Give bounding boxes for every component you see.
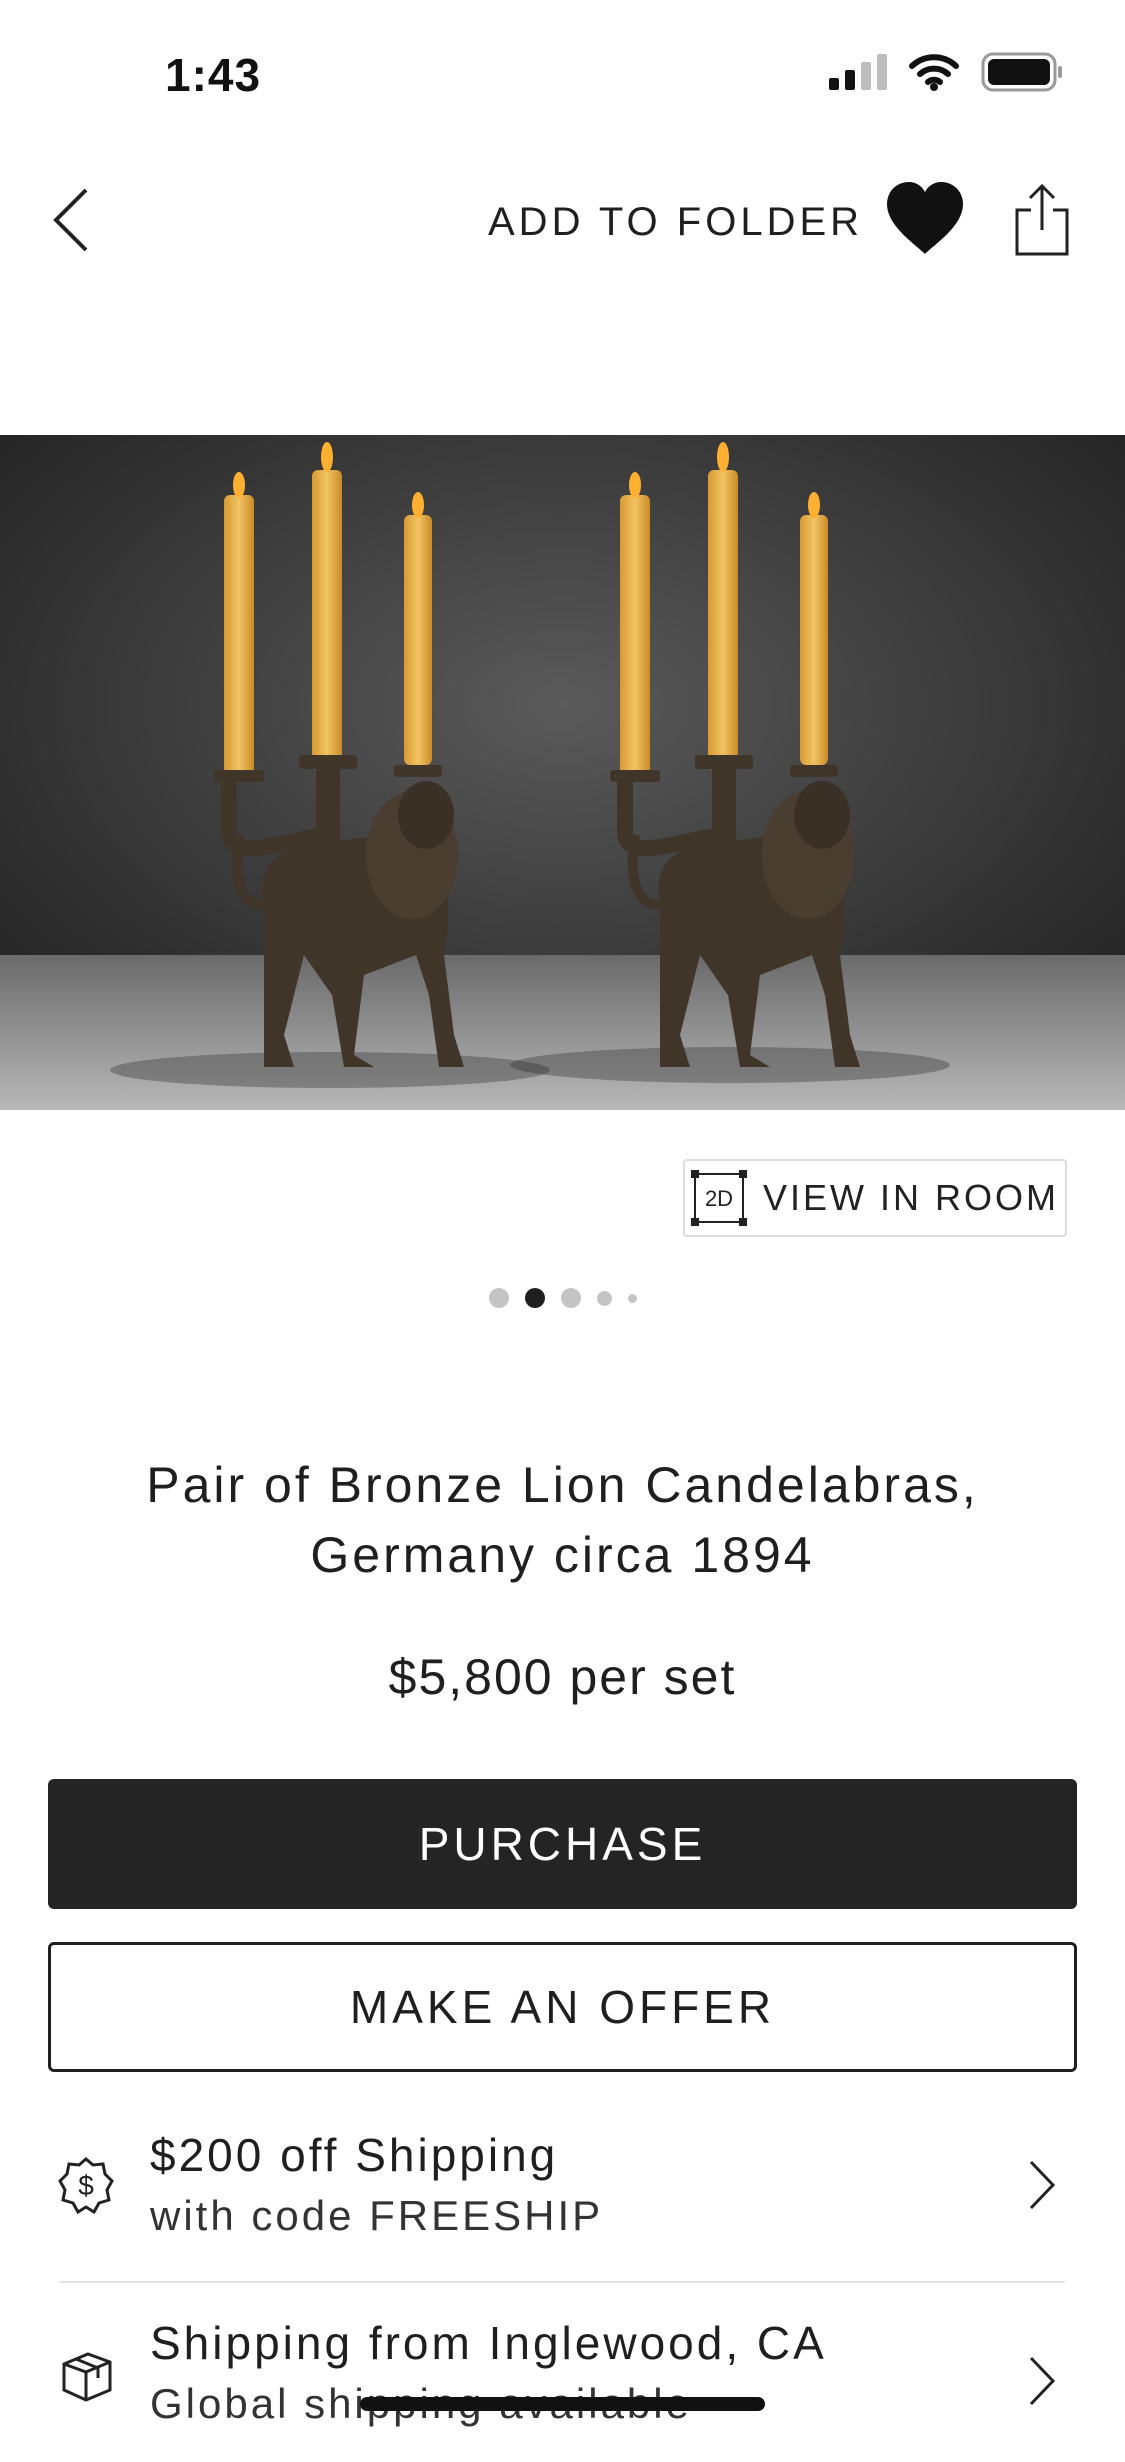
shipping-promo-code: with code FREESHIP: [150, 2192, 604, 2239]
add-to-folder-button[interactable]: ADD TO FOLDER: [488, 200, 863, 245]
signal-icon: [829, 54, 887, 90]
chevron-left-icon: [53, 188, 88, 252]
heart-icon: [887, 182, 963, 254]
chevron-right-icon: [1029, 2160, 1056, 2210]
wifi-icon: [909, 54, 959, 91]
back-button[interactable]: [48, 180, 108, 260]
page-dot[interactable]: [488, 1288, 509, 1308]
shipping-origin-row[interactable]: Shipping from Inglewood, CA Global shipp…: [48, 2302, 1077, 2462]
battery-icon: [981, 52, 1062, 92]
view-2d-icon: 2D: [691, 1170, 747, 1226]
product-title-line-2: Germany circa 1894: [310, 1527, 815, 1583]
svg-text:$: $: [78, 2170, 94, 2201]
chevron-right-icon: [1029, 2356, 1056, 2406]
share-button[interactable]: [1013, 182, 1071, 258]
row-divider: [60, 2281, 1065, 2283]
view-in-room-button[interactable]: 2D VIEW IN ROOM: [683, 1159, 1067, 1237]
status-icons: [829, 52, 1063, 92]
gallery-pagination: [0, 1288, 1125, 1308]
share-icon: [1015, 183, 1069, 256]
page-dot[interactable]: [560, 1288, 581, 1308]
page-dot[interactable]: [596, 1290, 612, 1306]
product-image[interactable]: [0, 435, 1125, 1110]
box-icon: [62, 2352, 112, 2402]
shipping-promo-title: $200 off Shipping: [150, 2129, 559, 2181]
view-in-room-label: VIEW IN ROOM: [763, 1177, 1059, 1218]
product-title: Pair of Bronze Lion Candelabras, Germany…: [60, 1450, 1065, 1590]
page-dot[interactable]: [627, 1293, 637, 1303]
home-indicator: [360, 2397, 765, 2411]
favorite-button[interactable]: [885, 180, 965, 258]
shipping-origin-title: Shipping from Inglewood, CA: [150, 2317, 827, 2369]
make-offer-button[interactable]: MAKE AN OFFER: [48, 1942, 1077, 2072]
purchase-button[interactable]: PURCHASE: [48, 1779, 1077, 1909]
page-dot-active[interactable]: [524, 1288, 545, 1308]
product-price: $5,800 per set: [388, 1649, 737, 1705]
status-time: 1:43: [165, 49, 262, 101]
view-2d-badge: 2D: [705, 1186, 733, 1211]
shipping-promo-row[interactable]: $ $200 off Shipping with code FREESHIP: [48, 2110, 1077, 2270]
dollar-badge-icon: $: [58, 2157, 114, 2215]
product-title-line-1: Pair of Bronze Lion Candelabras,: [146, 1457, 979, 1513]
